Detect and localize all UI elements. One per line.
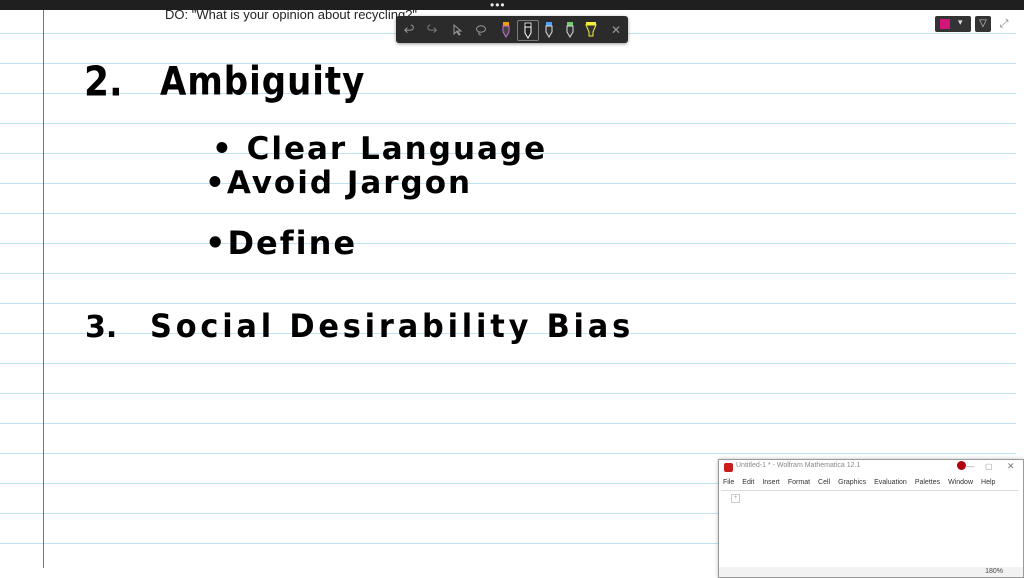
ruled-line [0, 363, 1016, 364]
margin-line [43, 10, 44, 568]
menu-graphics[interactable]: Graphics [838, 477, 866, 489]
redo-icon[interactable] [423, 20, 443, 39]
menu-help[interactable]: Help [981, 477, 995, 489]
bullet-avoid-jargon: •Avoid Jargon [205, 165, 473, 201]
bullet-define: •Define [205, 224, 358, 262]
menu-edit[interactable]: Edit [742, 477, 754, 489]
menu-window[interactable]: Window [948, 477, 973, 489]
ruled-line [0, 393, 1016, 394]
mathematica-window[interactable]: Untitled-1 * - Wolfram Mathematica 12.1 … [718, 459, 1024, 578]
maximize-icon[interactable]: ▢ [985, 462, 993, 471]
close-icon[interactable]: ✕ [1007, 461, 1015, 472]
cell-insertion-icon[interactable]: + [731, 494, 740, 503]
ruled-line [0, 273, 1016, 274]
menu-format[interactable]: Format [788, 477, 810, 489]
pen-orange-purple-icon[interactable] [496, 20, 516, 39]
close-toolbar-icon[interactable]: ✕ [606, 20, 626, 39]
highlighter-yellow-icon[interactable] [581, 20, 601, 39]
ruled-line [0, 243, 1016, 244]
select-icon[interactable] [447, 20, 467, 39]
ruled-line [0, 63, 1016, 64]
ruled-line [0, 423, 1016, 424]
menu-file[interactable]: File [723, 477, 734, 489]
expand-icon[interactable]: ⤢ [997, 16, 1011, 32]
pen-green-icon[interactable] [560, 20, 580, 39]
mathematica-titlebar[interactable]: Untitled-1 * - Wolfram Mathematica 12.1 … [719, 460, 1023, 476]
bullet-clear-language: • Clear Language [212, 131, 548, 167]
item-3-number: 3. [85, 310, 118, 345]
pen-blue-icon[interactable] [539, 20, 559, 39]
lasso-icon[interactable] [471, 20, 491, 39]
ruled-line [0, 303, 1016, 304]
mathematica-logo-icon [724, 463, 733, 472]
pen-black-icon[interactable] [517, 20, 539, 41]
filter-icon[interactable]: ▽ [975, 16, 991, 32]
mathematica-menubar: File Edit Insert Format Cell Graphics Ev… [719, 477, 1023, 489]
active-color-swatch [940, 19, 950, 29]
color-picker-button[interactable]: ▾ [935, 16, 971, 32]
mathematica-notebook-area[interactable]: + [721, 490, 1019, 567]
ruled-line [0, 93, 1016, 94]
ruled-line [0, 453, 1016, 454]
ruled-line [0, 183, 1016, 184]
item-3-title: Social Desirability Bias [150, 307, 634, 345]
menu-cell[interactable]: Cell [818, 477, 830, 489]
undo-icon[interactable] [399, 20, 419, 39]
chevron-down-icon: ▾ [958, 17, 963, 27]
menu-palettes[interactable]: Palettes [915, 477, 940, 489]
menu-evaluation[interactable]: Evaluation [874, 477, 907, 489]
top-strip: ••• [0, 0, 1024, 12]
ruled-line [0, 123, 1016, 124]
menu-insert[interactable]: Insert [762, 477, 780, 489]
page-heading: DO: "What is your opinion about recyclin… [165, 10, 418, 22]
item-2-number: 2. [84, 58, 123, 107]
ruled-line [0, 213, 1016, 214]
item-2-title: Ambiguity [160, 59, 366, 105]
mathematica-title: Untitled-1 * - Wolfram Mathematica 12.1 [736, 462, 861, 469]
minimize-icon[interactable]: — [965, 461, 974, 471]
ink-toolbar: ✕ [396, 16, 628, 43]
